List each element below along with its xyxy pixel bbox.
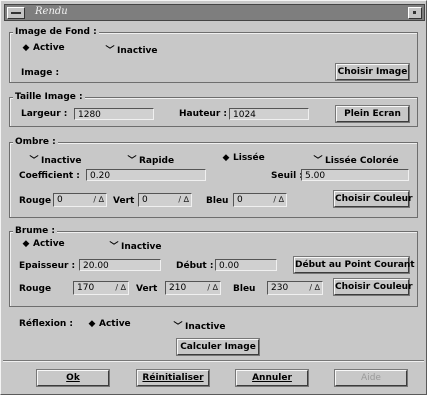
spin-arrows-icon[interactable]: / ∆ bbox=[309, 282, 320, 294]
aide-button[interactable]: Aide bbox=[335, 370, 407, 386]
radio-label: Inactive bbox=[185, 322, 226, 332]
ombre-bleu-value: 0 bbox=[237, 195, 243, 205]
debut-label: Début : bbox=[176, 261, 214, 271]
radio-off-icon: ﹀ bbox=[313, 156, 323, 166]
spin-arrows-icon[interactable]: / ∆ bbox=[178, 194, 189, 206]
radio-off-icon: ﹀ bbox=[29, 156, 39, 166]
image-de-fond-active-radio[interactable]: ◆ Active bbox=[21, 43, 65, 53]
hauteur-field[interactable]: 1024 bbox=[229, 108, 309, 120]
spin-arrows-icon[interactable]: / ∆ bbox=[93, 194, 104, 206]
ombre-vert-spinbox[interactable]: 0 / ∆ bbox=[138, 193, 192, 207]
title-bar[interactable]: Rendu bbox=[4, 4, 425, 21]
radio-label: Inactive bbox=[117, 46, 158, 56]
epaisseur-label: Epaisseur : bbox=[19, 261, 76, 271]
radio-on-icon: ◆ bbox=[22, 239, 30, 249]
spin-arrows-icon[interactable]: / ∆ bbox=[207, 282, 218, 294]
ombre-title: Ombre : bbox=[13, 137, 58, 147]
reflexion-inactive-radio[interactable]: ﹀ Inactive bbox=[173, 319, 226, 332]
radio-on-icon: ◆ bbox=[88, 319, 96, 329]
brume-rouge-value: 170 bbox=[77, 283, 95, 293]
brume-inactive-radio[interactable]: ﹀ Inactive bbox=[109, 239, 162, 252]
coefficient-field[interactable]: 0.20 bbox=[86, 169, 206, 181]
radio-on-icon: ◆ bbox=[222, 153, 230, 163]
choisir-image-button[interactable]: Choisir Image bbox=[336, 64, 409, 80]
calculer-image-button[interactable]: Calculer Image bbox=[177, 339, 259, 355]
window-close-button[interactable] bbox=[408, 7, 422, 19]
radio-label: Active bbox=[33, 239, 65, 249]
ombre-bleu-spinbox[interactable]: 0 / ∆ bbox=[233, 193, 287, 207]
brume-vert-value: 210 bbox=[169, 283, 187, 293]
brume-active-radio[interactable]: ◆ Active bbox=[21, 239, 65, 249]
close-icon bbox=[413, 11, 416, 14]
image-de-fond-title: Image de Fond : bbox=[13, 27, 99, 37]
radio-off-icon: ﹀ bbox=[109, 242, 119, 252]
image-de-fond-inactive-radio[interactable]: ﹀ Inactive bbox=[105, 43, 158, 56]
radio-off-icon: ﹀ bbox=[173, 322, 183, 332]
ombre-rouge-label: Rouge bbox=[19, 196, 52, 206]
ombre-vert-value: 0 bbox=[142, 195, 148, 205]
brume-bleu-label: Bleu bbox=[233, 284, 256, 294]
radio-off-icon: ﹀ bbox=[105, 46, 115, 56]
ombre-vert-label: Vert bbox=[113, 196, 135, 206]
largeur-label: Largeur : bbox=[21, 109, 68, 119]
footer-divider bbox=[3, 360, 424, 362]
debut-au-point-courant-button[interactable]: Début au Point Courant bbox=[294, 257, 415, 273]
ombre-rapide-radio[interactable]: ﹀ Rapide bbox=[127, 153, 174, 166]
radio-label: Inactive bbox=[41, 156, 82, 166]
radio-label: Rapide bbox=[139, 156, 175, 166]
spin-arrows-icon[interactable]: / ∆ bbox=[115, 282, 126, 294]
ombre-rouge-spinbox[interactable]: 0 / ∆ bbox=[53, 193, 107, 207]
ok-label: Ok bbox=[66, 373, 80, 383]
coefficient-label: Coefficient : bbox=[19, 171, 80, 181]
radio-off-icon: ﹀ bbox=[127, 156, 137, 166]
ombre-choisir-couleur-button[interactable]: Choisir Couleur bbox=[334, 191, 413, 207]
brume-rouge-label: Rouge bbox=[19, 284, 52, 294]
reflexion-label: Réflexion : bbox=[19, 319, 74, 329]
radio-label: Lissée Colorée bbox=[325, 156, 399, 166]
brume-vert-label: Vert bbox=[136, 284, 158, 294]
image-label: Image : bbox=[21, 68, 60, 78]
hauteur-label: Hauteur : bbox=[179, 109, 227, 119]
annuler-button[interactable]: Annuler bbox=[236, 370, 308, 386]
reinitialiser-label: Réinitialiser bbox=[142, 373, 204, 383]
window-menu-button[interactable] bbox=[7, 7, 25, 19]
spin-arrows-icon[interactable]: / ∆ bbox=[273, 194, 284, 206]
largeur-field[interactable]: 1280 bbox=[74, 108, 154, 120]
ombre-lissee-radio[interactable]: ◆ Lissée bbox=[221, 153, 265, 163]
radio-label: Lissée bbox=[233, 153, 265, 163]
taille-image-title: Taille Image : bbox=[13, 92, 85, 102]
window-title: Rendu bbox=[35, 6, 68, 17]
ok-button[interactable]: Ok bbox=[37, 370, 109, 386]
brume-title: Brume : bbox=[13, 226, 57, 236]
radio-on-icon: ◆ bbox=[22, 43, 30, 53]
brume-rouge-spinbox[interactable]: 170 / ∆ bbox=[73, 281, 129, 295]
brume-bleu-spinbox[interactable]: 230 / ∆ bbox=[267, 281, 323, 295]
brume-vert-spinbox[interactable]: 210 / ∆ bbox=[165, 281, 221, 295]
ombre-rouge-value: 0 bbox=[57, 195, 63, 205]
epaisseur-field[interactable]: 20.00 bbox=[79, 259, 161, 271]
annuler-label: Annuler bbox=[252, 373, 292, 383]
ombre-lissee-coloree-radio[interactable]: ﹀ Lissée Colorée bbox=[313, 153, 399, 166]
brume-bleu-value: 230 bbox=[271, 283, 289, 293]
ombre-bleu-label: Bleu bbox=[206, 196, 229, 206]
reinitialiser-button[interactable]: Réinitialiser bbox=[137, 370, 209, 386]
radio-label: Active bbox=[99, 319, 131, 329]
radio-label: Inactive bbox=[121, 242, 162, 252]
seuil-label: Seuil : bbox=[271, 171, 303, 181]
brume-choisir-couleur-button[interactable]: Choisir Couleur bbox=[334, 279, 413, 295]
menu-icon bbox=[11, 12, 21, 14]
ombre-inactive-radio[interactable]: ﹀ Inactive bbox=[29, 153, 82, 166]
reflexion-active-radio[interactable]: ◆ Active bbox=[87, 319, 131, 329]
rendu-dialog: Rendu Image de Fond : ◆ Active ﹀ Inactive … bbox=[0, 0, 427, 395]
plein-ecran-button[interactable]: Plein Ecran bbox=[336, 106, 409, 122]
debut-field[interactable]: 0.00 bbox=[215, 259, 277, 271]
radio-label: Active bbox=[33, 43, 65, 53]
seuil-field[interactable]: 5.00 bbox=[301, 169, 409, 181]
